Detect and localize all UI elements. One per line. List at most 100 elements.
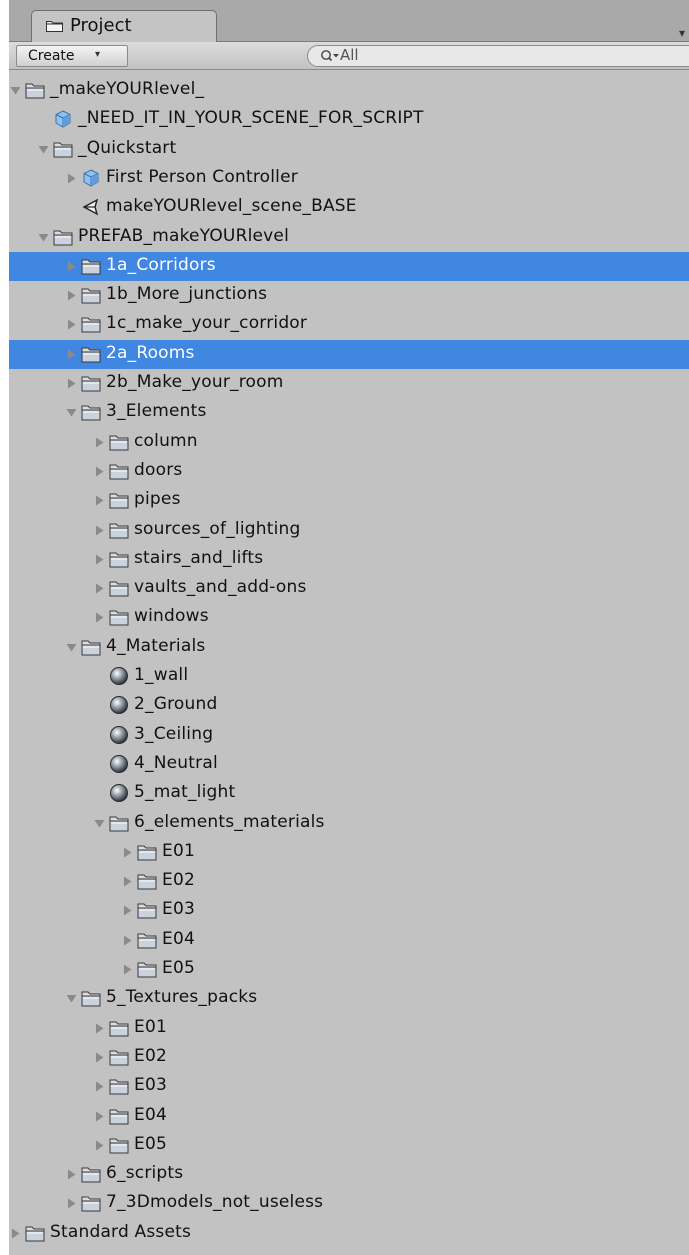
collapse-arrow-icon[interactable]: [121, 904, 134, 917]
tree-row[interactable]: stairs_and_lifts: [9, 545, 689, 574]
expand-arrow-icon[interactable]: [9, 84, 22, 97]
collapse-arrow-icon[interactable]: [65, 1168, 78, 1181]
expand-arrow-icon[interactable]: [37, 231, 50, 244]
collapse-arrow-icon[interactable]: [65, 289, 78, 302]
tree-row[interactable]: First Person Controller: [9, 164, 689, 193]
tree-row[interactable]: 7_3Dmodels_not_useless: [9, 1189, 689, 1218]
tree-row[interactable]: 5_mat_light: [9, 779, 689, 808]
collapse-arrow-icon[interactable]: [121, 846, 134, 859]
collapse-arrow-icon[interactable]: [65, 377, 78, 390]
collapse-arrow-icon[interactable]: [121, 963, 134, 976]
collapse-arrow-icon[interactable]: [93, 436, 106, 449]
collapse-arrow-icon[interactable]: [93, 553, 106, 566]
tree-row[interactable]: E04: [9, 926, 689, 955]
collapse-arrow-icon[interactable]: [93, 1110, 106, 1123]
tree-row[interactable]: _makeYOURlevel_: [9, 76, 689, 105]
tree-row[interactable]: 3_Elements: [9, 398, 689, 427]
tree-row[interactable]: E03: [9, 1072, 689, 1101]
collapse-arrow-icon[interactable]: [93, 1080, 106, 1093]
tree-row[interactable]: E02: [9, 867, 689, 896]
collapse-arrow-icon[interactable]: [93, 465, 106, 478]
tree-row[interactable]: E02: [9, 1043, 689, 1072]
material-sphere-icon: [110, 667, 128, 685]
tree-row[interactable]: 1a_Corridors: [9, 251, 689, 281]
tree-row[interactable]: E05: [9, 955, 689, 984]
tab-menu-icon[interactable]: ▾: [679, 26, 685, 40]
tree-row[interactable]: column: [9, 428, 689, 457]
tree-row[interactable]: _NEED_IT_IN_YOUR_SCENE_FOR_SCRIPT: [9, 105, 689, 134]
collapse-arrow-icon[interactable]: [65, 318, 78, 331]
expand-arrow-icon[interactable]: [65, 641, 78, 654]
tree-row[interactable]: E05: [9, 1131, 689, 1160]
folder-icon: [109, 610, 129, 626]
collapse-arrow-icon[interactable]: [93, 1051, 106, 1064]
collapse-arrow-icon[interactable]: [65, 348, 78, 361]
tree-row[interactable]: 2b_Make_your_room: [9, 369, 689, 398]
folder-icon: [81, 991, 101, 1007]
tree-row[interactable]: E03: [9, 896, 689, 925]
tree-row[interactable]: 6_scripts: [9, 1160, 689, 1189]
tree-row[interactable]: 2a_Rooms: [9, 339, 689, 369]
collapse-arrow-icon[interactable]: [65, 260, 78, 273]
tree-row[interactable]: 3_Ceiling: [9, 721, 689, 750]
create-button[interactable]: Create ▾: [16, 45, 128, 67]
tab-project[interactable]: Project: [31, 10, 217, 42]
folder-icon: [109, 435, 129, 451]
tree-row[interactable]: Standard Assets: [9, 1219, 689, 1248]
folder-icon: [81, 376, 101, 392]
search-icon: [321, 50, 339, 62]
tree-row[interactable]: 6_elements_materials: [9, 809, 689, 838]
tree-row-label: E04: [134, 1104, 167, 1125]
tree-row[interactable]: _Quickstart: [9, 135, 689, 164]
tree-row[interactable]: E04: [9, 1102, 689, 1131]
collapse-arrow-icon[interactable]: [65, 1197, 78, 1210]
tree-row-label: E04: [162, 928, 195, 949]
search-field[interactable]: All: [307, 45, 689, 67]
tree-row[interactable]: pipes: [9, 486, 689, 515]
tree-row[interactable]: E01: [9, 1014, 689, 1043]
tree-row[interactable]: vaults_and_add-ons: [9, 574, 689, 603]
tree-row-label: 6_elements_materials: [134, 811, 325, 832]
collapse-arrow-icon[interactable]: [93, 611, 106, 624]
tree-row[interactable]: 1_wall: [9, 662, 689, 691]
tree-row-label: 4_Neutral: [134, 752, 218, 773]
tree-row[interactable]: 1b_More_junctions: [9, 281, 689, 310]
tree-row[interactable]: windows: [9, 603, 689, 632]
collapse-arrow-icon[interactable]: [93, 1022, 106, 1035]
tree-row[interactable]: PREFAB_makeYOURlevel: [9, 223, 689, 252]
expand-arrow-icon[interactable]: [37, 143, 50, 156]
tree-row[interactable]: doors: [9, 457, 689, 486]
collapse-arrow-icon[interactable]: [93, 1139, 106, 1152]
tree-row[interactable]: 5_Textures_packs: [9, 984, 689, 1013]
expand-arrow-icon[interactable]: [65, 406, 78, 419]
tree-row-label: E03: [134, 1075, 167, 1096]
tree-row-label: doors: [134, 459, 183, 480]
expand-arrow-icon[interactable]: [93, 817, 106, 830]
tree-row-label: 1_wall: [134, 665, 189, 685]
folder-icon: [81, 640, 101, 656]
expand-arrow-icon[interactable]: [65, 992, 78, 1005]
tree-row[interactable]: 2_Ground: [9, 691, 689, 720]
collapse-arrow-icon[interactable]: [93, 494, 106, 507]
tree-row-label: 2b_Make_your_room: [106, 372, 284, 392]
tree-row[interactable]: sources_of_lighting: [9, 516, 689, 545]
tree-row[interactable]: 4_Materials: [9, 633, 689, 662]
collapse-arrow-icon[interactable]: [93, 582, 106, 595]
folder-icon: [109, 523, 129, 538]
folder-icon: [81, 1167, 101, 1183]
chevron-down-icon: ▾: [95, 49, 101, 60]
tree-row[interactable]: makeYOURlevel_scene_BASE: [9, 193, 689, 222]
tree-row-label: 5_Textures_packs: [106, 987, 258, 1008]
collapse-arrow-icon[interactable]: [93, 524, 106, 537]
folder-icon: [81, 317, 101, 333]
collapse-arrow-icon[interactable]: [121, 875, 134, 888]
toolbar: Create ▾ All: [9, 42, 689, 70]
tree-row[interactable]: 4_Neutral: [9, 750, 689, 779]
tree-row[interactable]: E01: [9, 838, 689, 867]
search-input[interactable]: All: [340, 46, 359, 64]
collapse-arrow-icon[interactable]: [65, 172, 78, 185]
collapse-arrow-icon[interactable]: [121, 934, 134, 947]
collapse-arrow-icon[interactable]: [9, 1227, 22, 1240]
folder-icon: [109, 1021, 129, 1037]
tree-row[interactable]: 1c_make_your_corridor: [9, 310, 689, 339]
